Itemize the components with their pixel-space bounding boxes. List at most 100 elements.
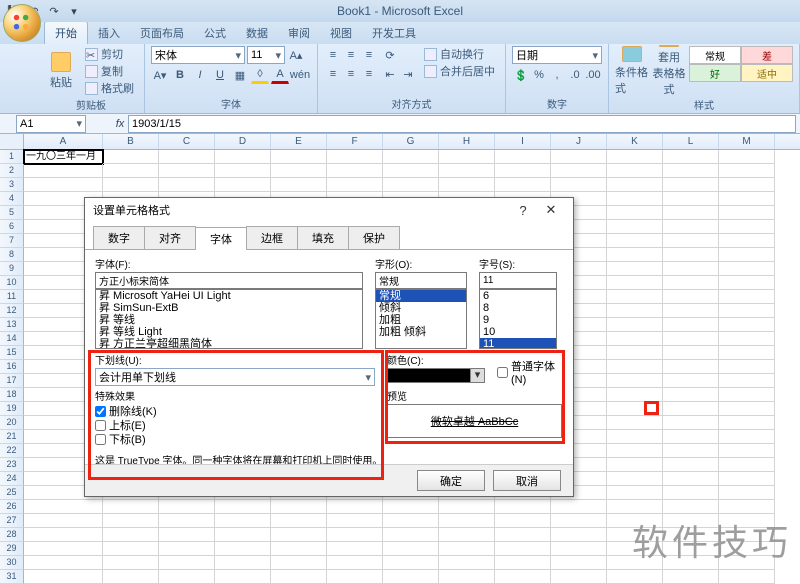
row-header[interactable]: 24 — [0, 472, 24, 486]
row-header[interactable]: 3 — [0, 178, 24, 192]
font-family-combo[interactable]: 宋体▾ — [151, 46, 245, 64]
cell[interactable] — [719, 472, 775, 486]
cell[interactable] — [159, 500, 215, 514]
cell[interactable] — [719, 290, 775, 304]
cell[interactable] — [103, 178, 159, 192]
row-header[interactable]: 29 — [0, 542, 24, 556]
cut-button[interactable]: ✂剪切 — [81, 46, 138, 62]
cell[interactable] — [607, 192, 663, 206]
cell[interactable] — [663, 360, 719, 374]
row-header[interactable]: 2 — [0, 164, 24, 178]
cell[interactable] — [663, 374, 719, 388]
cell[interactable] — [439, 164, 495, 178]
tab-formula[interactable]: 公式 — [194, 22, 236, 44]
cell[interactable] — [551, 528, 607, 542]
align-mid-icon[interactable]: ≡ — [342, 46, 360, 64]
cell[interactable] — [607, 332, 663, 346]
col-header[interactable]: M — [719, 134, 775, 149]
cell[interactable] — [271, 556, 327, 570]
cell[interactable] — [663, 458, 719, 472]
indent-icon[interactable]: ⇥ — [399, 65, 417, 83]
cell[interactable] — [663, 192, 719, 206]
dtab-protect[interactable]: 保护 — [348, 226, 400, 249]
cell[interactable] — [607, 458, 663, 472]
cell[interactable] — [607, 234, 663, 248]
cell[interactable] — [103, 528, 159, 542]
cell[interactable] — [215, 150, 271, 164]
super-checkbox[interactable] — [95, 420, 106, 431]
row-header[interactable]: 22 — [0, 444, 24, 458]
fx-icon[interactable]: fx — [112, 118, 128, 130]
tab-dev[interactable]: 开发工具 — [362, 22, 426, 44]
cancel-button[interactable]: 取消 — [493, 470, 561, 491]
cell[interactable]: 一九〇三年一月 — [24, 150, 103, 164]
cell[interactable] — [719, 402, 775, 416]
row-header[interactable]: 26 — [0, 500, 24, 514]
cell[interactable] — [103, 150, 159, 164]
col-header[interactable]: F — [327, 134, 383, 149]
cell[interactable] — [383, 150, 439, 164]
comma-icon[interactable]: , — [548, 66, 566, 84]
cell[interactable] — [439, 542, 495, 556]
cell[interactable] — [663, 332, 719, 346]
cell[interactable] — [719, 220, 775, 234]
row-header[interactable]: 15 — [0, 346, 24, 360]
cell[interactable] — [495, 500, 551, 514]
cell[interactable] — [215, 178, 271, 192]
cell[interactable] — [439, 178, 495, 192]
row-header[interactable]: 28 — [0, 528, 24, 542]
cell[interactable] — [551, 178, 607, 192]
cell[interactable] — [159, 542, 215, 556]
brush-button[interactable]: 格式刷 — [81, 80, 138, 96]
cell[interactable] — [719, 444, 775, 458]
cell[interactable] — [607, 416, 663, 430]
dtab-fill[interactable]: 填充 — [297, 226, 349, 249]
cell[interactable] — [215, 164, 271, 178]
cell[interactable] — [327, 514, 383, 528]
col-header[interactable]: H — [439, 134, 495, 149]
cell[interactable] — [159, 556, 215, 570]
cell[interactable] — [24, 164, 103, 178]
cell[interactable] — [663, 486, 719, 500]
paste-button[interactable]: 粘贴 — [44, 46, 78, 96]
cell[interactable] — [159, 514, 215, 528]
cell[interactable] — [719, 388, 775, 402]
cell[interactable] — [607, 220, 663, 234]
shrink-font-icon[interactable]: A▾ — [151, 66, 169, 84]
cell[interactable] — [551, 542, 607, 556]
cell[interactable] — [663, 206, 719, 220]
cell[interactable] — [663, 290, 719, 304]
cell[interactable] — [719, 360, 775, 374]
cell[interactable] — [495, 528, 551, 542]
cell[interactable] — [607, 486, 663, 500]
cell[interactable] — [439, 500, 495, 514]
cell[interactable] — [719, 164, 775, 178]
merge-button[interactable]: 合并后居中 — [420, 63, 499, 79]
cell[interactable] — [663, 500, 719, 514]
cell[interactable] — [663, 220, 719, 234]
cell[interactable] — [495, 514, 551, 528]
cell[interactable] — [551, 164, 607, 178]
color-combo[interactable]: ▾ — [387, 368, 485, 383]
cell[interactable] — [24, 500, 103, 514]
outdent-icon[interactable]: ⇤ — [381, 65, 399, 83]
cell[interactable] — [103, 542, 159, 556]
cell[interactable] — [383, 542, 439, 556]
currency-icon[interactable]: 💲 — [512, 66, 530, 84]
cell[interactable] — [327, 528, 383, 542]
cell[interactable] — [383, 528, 439, 542]
normal-font-checkbox[interactable] — [497, 367, 508, 378]
cell[interactable] — [663, 346, 719, 360]
cell[interactable] — [215, 528, 271, 542]
cell[interactable] — [607, 290, 663, 304]
cell[interactable] — [607, 360, 663, 374]
cell[interactable] — [663, 318, 719, 332]
tab-home[interactable]: 开始 — [44, 21, 88, 44]
tab-insert[interactable]: 插入 — [88, 22, 130, 44]
underline-icon[interactable]: U — [211, 66, 229, 84]
row-header[interactable]: 5 — [0, 206, 24, 220]
style-good[interactable]: 好 — [689, 64, 741, 82]
bold-icon[interactable]: B — [171, 66, 189, 84]
cell[interactable] — [607, 444, 663, 458]
cell[interactable] — [495, 556, 551, 570]
